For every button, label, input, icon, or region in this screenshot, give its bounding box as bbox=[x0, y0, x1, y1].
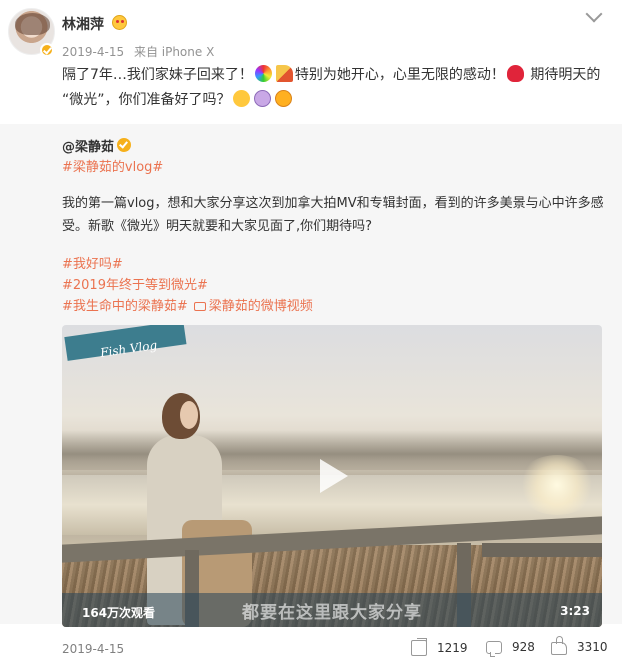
hug-emoji-icon bbox=[232, 90, 250, 107]
comment-button[interactable]: 928 bbox=[486, 640, 535, 657]
video-duration: 3:23 bbox=[560, 604, 590, 618]
video-scene-railing bbox=[482, 543, 602, 557]
verified-icon bbox=[40, 43, 54, 57]
like-button[interactable]: 3310 bbox=[551, 635, 608, 655]
hashtag-link[interactable]: #2019年终于等到微光# bbox=[62, 278, 208, 293]
post-text-part: 隔了7年…我们家妹子回来了！ bbox=[62, 67, 253, 83]
repost-count: 1219 bbox=[437, 641, 468, 655]
post-text-part: 特别为她开心，心里无限的感动！ bbox=[294, 67, 505, 83]
repost-text: 我的第一篇vlog，想和大家分享这次到加拿大拍MV和专辑封面，看到的许多美景与心… bbox=[62, 196, 604, 234]
repost-date[interactable]: 2019-4-15 bbox=[62, 642, 124, 656]
post-meta: 2019-4-15 来自 iPhone X bbox=[62, 43, 220, 60]
play-icon[interactable] bbox=[308, 453, 354, 499]
star-eyes-emoji-icon bbox=[274, 90, 292, 107]
post-date[interactable]: 2019-4-15 bbox=[62, 45, 124, 59]
post-text-part: “微光”，你们准备好了吗？ bbox=[62, 92, 231, 108]
post-source: 来自 iPhone X bbox=[133, 45, 215, 59]
heart-emoji-icon bbox=[506, 65, 524, 82]
rainbow-emoji-icon bbox=[254, 65, 272, 82]
post-text: 隔了7年…我们家妹子回来了！ 特别为她开心，心里无限的感动！ 期待明天的 “微光”… bbox=[62, 63, 602, 113]
comment-count: 928 bbox=[512, 640, 535, 654]
like-count: 3310 bbox=[577, 640, 608, 654]
weibo-post: 林湘萍 2019-4-15 来自 iPhone X 隔了7年…我们家妹子回来了！… bbox=[0, 0, 622, 667]
hashtag-link[interactable]: #梁静茹的vlog# bbox=[62, 156, 163, 175]
chevron-down-icon[interactable] bbox=[585, 5, 603, 23]
video-subtitle: 都要在这里跟大家分享 bbox=[242, 603, 422, 623]
repost-author[interactable]: @梁静茹 bbox=[62, 136, 114, 155]
ghost-emoji-icon bbox=[253, 90, 271, 107]
hashtag-link[interactable]: #我好吗# bbox=[62, 257, 123, 272]
author-name[interactable]: 林湘萍 bbox=[62, 14, 104, 34]
repost-block: @梁静茹 #梁静茹的vlog# 我的第一篇vlog，想和大家分享这次到加拿大拍M… bbox=[0, 124, 622, 627]
hashtag-list: #我好吗# #2019年终于等到微光# #我生命中的梁静茹# 梁静茹的微博视频 bbox=[62, 254, 313, 317]
post-text-part: 期待明天的 bbox=[530, 67, 601, 83]
repost-button[interactable]: 1219 bbox=[411, 638, 468, 656]
video-link[interactable]: 梁静茹的微博视频 bbox=[209, 299, 313, 314]
verified-icon bbox=[117, 138, 131, 152]
vip-emoji-icon bbox=[112, 15, 127, 30]
like-icon bbox=[551, 635, 567, 655]
video-icon bbox=[193, 302, 206, 311]
video-scene-sun bbox=[517, 455, 597, 515]
comment-icon bbox=[486, 640, 502, 657]
party-emoji-icon bbox=[275, 65, 293, 82]
hashtag-link[interactable]: #我生命中的梁静茹# bbox=[62, 299, 188, 314]
video-scene-person-face bbox=[180, 401, 198, 429]
share-icon bbox=[411, 638, 427, 656]
video-player[interactable]: Fish Vlog 164万次观看 都要在这里跟大家分享 3:23 bbox=[62, 325, 602, 627]
